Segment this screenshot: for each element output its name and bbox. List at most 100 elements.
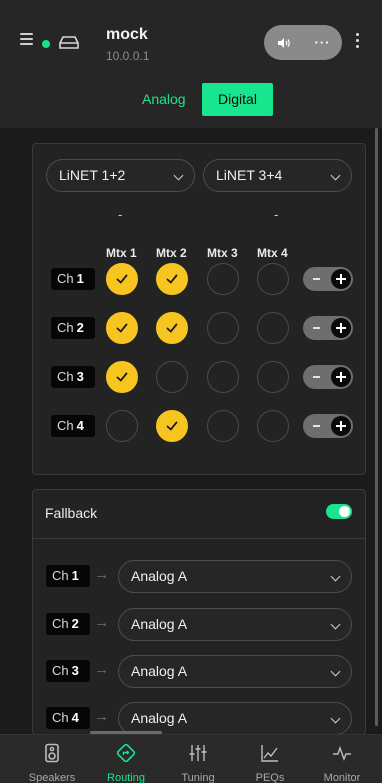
column-header-mtx3: Mtx 3 [207,246,238,260]
fallback-toggle[interactable] [326,504,352,519]
gain-adjust-control [303,267,353,291]
arrow-right-icon: → [94,661,109,678]
channel-prefix: Ch [57,418,74,433]
matrix-cell-ch3-mtx3[interactable] [207,361,239,393]
speaker-icon [45,743,59,763]
minus-button[interactable] [313,376,320,378]
channel-number: 1 [71,568,79,583]
matrix-cell-ch2-mtx4[interactable] [257,312,289,344]
minus-button[interactable] [313,278,320,280]
nav-tuning[interactable]: Tuning [162,735,234,783]
nav-peqs[interactable]: PEQs [234,735,306,783]
top-header: mock 10.0.0.1 ··· Analog Digital [0,0,382,128]
matrix-cell-ch4-mtx4[interactable] [257,410,289,442]
nav-speakers-label: Speakers [28,772,76,783]
identify-speaker-button[interactable] [264,25,303,60]
check-icon [116,323,128,333]
fallback-channel-badge: Ch 2 [46,613,90,635]
check-icon [166,421,178,431]
online-status-icon [42,40,50,48]
input-select-2-value: LiNET 3+4 [216,167,283,183]
speaker-sound-icon [277,37,290,48]
mode-tabs: Analog Digital [0,83,382,116]
channel-badge: Ch 1 [51,268,95,290]
toggle-knob [339,506,350,517]
chevron-down-icon [330,666,341,677]
channel-badge: Ch 4 [51,415,95,437]
channel-number: 4 [76,418,84,433]
plus-button[interactable] [331,269,351,289]
tab-analog[interactable]: Analog [142,83,186,116]
sliders-icon [189,745,207,761]
fallback-channel-badge: Ch 1 [46,565,90,587]
column-header-mtx2: Mtx 2 [156,246,187,260]
graph-icon [261,745,278,762]
matrix-cell-ch3-mtx4[interactable] [257,361,289,393]
nav-routing[interactable]: Routing [90,735,162,783]
kebab-menu-icon[interactable] [356,33,360,51]
matrix-cell-ch4-mtx1[interactable] [106,410,138,442]
matrix-cell-ch1-mtx4[interactable] [257,263,289,295]
matrix-cell-ch2-mtx1[interactable] [106,312,138,344]
channel-number: 4 [71,710,79,725]
gain-adjust-control [303,316,353,340]
device-name: mock [106,26,148,43]
channel-prefix: Ch [52,710,69,725]
arrow-right-icon: → [94,614,109,631]
arrow-right-icon: → [94,708,109,725]
channel-number: 1 [76,271,84,286]
plus-button[interactable] [331,367,351,387]
plus-button[interactable] [331,318,351,338]
more-options-button[interactable]: ··· [303,25,342,60]
matrix-cell-ch2-mtx3[interactable] [207,312,239,344]
fallback-source-select[interactable]: Analog A [118,655,352,688]
check-icon [116,274,128,284]
nav-peqs-label: PEQs [255,772,285,783]
fallback-channel-badge: Ch 3 [46,660,90,682]
input-select-1[interactable]: LiNET 1+2 [46,159,195,192]
check-icon [166,323,178,333]
fallback-source-value: Analog A [131,710,188,726]
chevron-down-icon [330,571,341,582]
matrix-cell-ch2-mtx2[interactable] [156,312,188,344]
arrow-right-icon: → [94,566,109,583]
fallback-title: Fallback [45,505,98,521]
scrollbar-thumb[interactable] [375,128,378,726]
minus-button[interactable] [313,425,320,427]
nav-monitor[interactable]: Monitor [306,735,378,783]
channel-prefix: Ch [57,320,74,335]
channel-number: 3 [71,663,79,678]
channel-prefix: Ch [52,568,69,583]
nav-tuning-label: Tuning [181,772,215,783]
matrix-cell-ch3-mtx1[interactable] [106,361,138,393]
fallback-channel-badge: Ch 4 [46,707,90,729]
input-select-1-value: LiNET 1+2 [59,167,126,183]
nav-monitor-label: Monitor [323,772,361,783]
minus-button[interactable] [313,327,320,329]
tab-digital[interactable]: Digital [202,83,273,116]
matrix-cell-ch4-mtx2[interactable] [156,410,188,442]
routing-icon [116,743,136,763]
fallback-source-select[interactable]: Analog A [118,560,352,593]
channel-prefix: Ch [52,663,69,678]
fallback-source-value: Analog A [131,568,188,584]
gain-adjust-control [303,414,353,438]
nav-speakers[interactable]: Speakers [16,735,88,783]
fallback-source-value: Analog A [131,663,188,679]
input-2-subtitle: - [274,207,279,222]
menu-icon[interactable] [20,33,33,45]
fallback-source-select[interactable]: Analog A [118,608,352,641]
channel-prefix: Ch [57,369,74,384]
matrix-cell-ch1-mtx3[interactable] [207,263,239,295]
matrix-cell-ch1-mtx2[interactable] [156,263,188,295]
plus-button[interactable] [331,416,351,436]
chevron-down-icon [330,713,341,724]
channel-prefix: Ch [52,616,69,631]
matrix-cell-ch4-mtx3[interactable] [207,410,239,442]
device-ip: 10.0.0.1 [106,49,150,63]
gain-adjust-control [303,365,353,389]
device-icon [59,36,79,49]
input-select-2[interactable]: LiNET 3+4 [203,159,352,192]
matrix-cell-ch1-mtx1[interactable] [106,263,138,295]
matrix-cell-ch3-mtx2[interactable] [156,361,188,393]
